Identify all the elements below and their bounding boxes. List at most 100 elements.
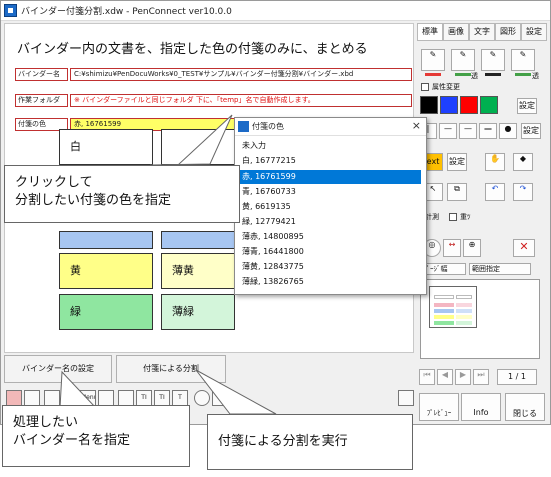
preview-button[interactable]: ﾌﾟﾚﾋﾞｭｰ — [419, 393, 459, 421]
page-thumbnail[interactable] — [420, 279, 540, 359]
clock-icon[interactable] — [194, 390, 210, 406]
note-white: 白 — [59, 129, 153, 165]
work-folder-label: 作業フォルダ — [15, 94, 68, 107]
callout-click-color: クリックして 分割したい付箋の色を指定 — [4, 165, 240, 223]
transparent-label-1: 透 — [471, 72, 478, 80]
close-button[interactable]: 閉じる — [505, 393, 545, 421]
picker-item[interactable]: 青, 16760733 — [240, 185, 421, 199]
text-box-2-icon[interactable]: TI — [154, 390, 170, 406]
attr-change-checkbox[interactable] — [421, 83, 429, 91]
note-yellow: 黄 — [59, 253, 153, 289]
picker-app-icon — [238, 121, 249, 132]
overlay-checkbox[interactable] — [449, 213, 457, 221]
bottom-button-bar: バインダー名の設定 付箋による分割 — [4, 355, 414, 385]
picker-item[interactable]: 未入力 — [240, 139, 421, 153]
columns-icon[interactable] — [212, 390, 228, 406]
picker-title-bar: 付箋の色 × — [235, 118, 426, 136]
window-title: バインダー付箋分割.xdw - PenConnect ver10.0.0 — [21, 7, 232, 17]
fit-page-icon[interactable]: ⊕ — [463, 239, 481, 257]
save-icon[interactable] — [6, 390, 22, 406]
pen-green-2-icon[interactable]: ✎ — [511, 49, 535, 71]
tab-standard[interactable]: 標準 — [417, 23, 443, 41]
thumbnail-page — [429, 286, 477, 328]
pen-black-indicator — [485, 73, 501, 76]
picker-title: 付箋の色 — [252, 122, 284, 131]
text-settings-button[interactable]: 設定 — [447, 153, 467, 171]
range-select[interactable]: 範囲指定 — [469, 263, 531, 275]
grid-icon[interactable] — [44, 390, 60, 406]
text-box-icon[interactable]: TI — [136, 390, 152, 406]
overlay-label: 重ﾂ — [460, 213, 471, 221]
picker-item[interactable]: 薄赤, 14800895 — [240, 230, 421, 244]
pen-red-indicator — [425, 73, 441, 76]
redo-icon[interactable]: ↷ — [513, 183, 533, 201]
next-page-icon[interactable]: ▶ — [455, 369, 471, 385]
fit-width-icon[interactable]: ↔ — [443, 239, 461, 257]
line-2-icon[interactable]: — — [459, 123, 477, 139]
color-black-swatch[interactable] — [420, 96, 438, 114]
pages-icon[interactable] — [98, 390, 114, 406]
close-red-icon[interactable]: ✕ — [513, 239, 535, 257]
picker-item[interactable]: 薄黄, 12843775 — [240, 260, 421, 274]
picker-item[interactable]: 薄緑, 13826765 — [240, 275, 421, 289]
first-page-icon[interactable]: ⏮ — [419, 369, 435, 385]
tab-image[interactable]: 画像 — [443, 23, 469, 41]
copy-icon[interactable]: ⧉ — [447, 183, 467, 201]
hand-icon[interactable]: ✋ — [485, 153, 505, 171]
color-red-swatch[interactable] — [460, 96, 478, 114]
tab-text[interactable]: 文字 — [469, 23, 495, 41]
line-dot-icon[interactable]: ● — [499, 123, 517, 139]
arrow-icon[interactable] — [398, 390, 414, 406]
binder-name-label: バインダー名 — [15, 68, 68, 81]
picker-item-selected[interactable]: 赤, 16761599 — [240, 170, 421, 184]
page-counter[interactable]: 1 / 1 — [497, 369, 537, 385]
text-icon[interactable]: T — [172, 390, 188, 406]
title-bar: バインダー付箋分割.xdw - PenConnect ver10.0.0 — [1, 1, 550, 21]
color-blue-swatch[interactable] — [440, 96, 458, 114]
callout-split-run: 付箋による分割を実行 — [207, 414, 413, 470]
line-settings-button[interactable]: 設定 — [521, 123, 541, 139]
pen-green-2-indicator — [515, 73, 531, 76]
prev-page-icon[interactable]: ◀ — [437, 369, 453, 385]
color-settings-button[interactable]: 設定 — [517, 98, 537, 114]
close-icon[interactable]: × — [412, 119, 421, 132]
note-blue — [59, 231, 153, 249]
note-white-2 — [161, 129, 235, 165]
pen-red-icon[interactable]: ✎ — [421, 49, 445, 71]
attr-change-label: 属性変更 — [432, 83, 460, 91]
app-icon — [4, 4, 17, 17]
note-light-yellow: 薄黄 — [161, 253, 235, 289]
picker-item[interactable]: 黄, 6619135 — [240, 200, 421, 214]
callout-binder-name: 処理したい バインダー名を指定 — [2, 405, 190, 467]
info-button[interactable]: Info — [461, 393, 501, 421]
transparent-label-2: 透 — [532, 72, 539, 80]
tab-settings[interactable]: 設定 — [521, 23, 547, 41]
split-by-note-button[interactable]: 付箋による分割 — [116, 355, 226, 383]
tool-panel: 標準 画像 文字 図形 設定 ✎ ✎ ✎ ✎ 透 透 属性変更 設定 | — —… — [417, 23, 550, 424]
picker-item[interactable]: 白, 16777215 — [240, 154, 421, 168]
note-light-green: 薄緑 — [161, 294, 235, 330]
delete-icon[interactable]: ✕ — [62, 390, 78, 406]
tab-shape[interactable]: 図形 — [495, 23, 521, 41]
binder-name-button[interactable]: バインダー名の設定 — [4, 355, 112, 383]
note-green: 緑 — [59, 294, 153, 330]
work-folder-field: ※ バインダーファイルと同じフォルダ 下に、「temp」名で自動作成します。 — [70, 94, 412, 107]
color-green-swatch[interactable] — [480, 96, 498, 114]
note-color-picker: 付箋の色 × 未入力 白, 16777215 赤, 16761599 青, 16… — [234, 117, 427, 295]
pen-black-icon[interactable]: ✎ — [481, 49, 505, 71]
blank-page-icon[interactable] — [118, 390, 134, 406]
line-1-icon[interactable]: — — [439, 123, 457, 139]
measure-label: 計測 — [425, 213, 439, 221]
picker-item[interactable]: 薄青, 16441800 — [240, 245, 421, 259]
list-icon[interactable] — [24, 390, 40, 406]
binder-name-field[interactable]: C:¥shimizu¥PenDocuWorks¥0_TEST¥サンプル¥バインダ… — [70, 68, 412, 81]
page-heading: バインダー内の文書を、指定した色の付箋のみに、まとめる — [17, 42, 368, 57]
menu-icon[interactable]: Menu — [80, 390, 96, 406]
pen-green-icon[interactable]: ✎ — [451, 49, 475, 71]
select-tool-icon[interactable]: ◆ — [513, 153, 533, 171]
note-blue-2 — [161, 231, 235, 249]
undo-icon[interactable]: ↶ — [485, 183, 505, 201]
line-3-icon[interactable]: — — [479, 123, 497, 139]
picker-item[interactable]: 緑, 12779421 — [240, 215, 421, 229]
last-page-icon[interactable]: ⏭ — [473, 369, 489, 385]
